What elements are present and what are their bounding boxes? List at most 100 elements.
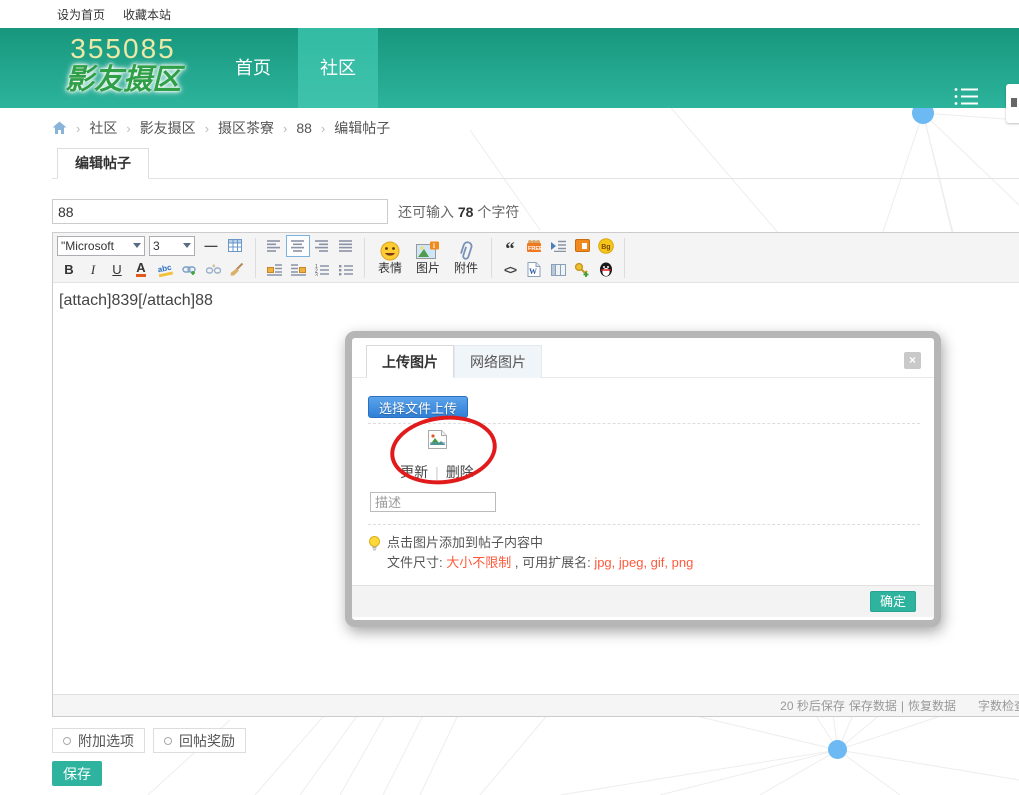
attachment-label: 附件 xyxy=(454,262,478,275)
breadcrumb-item-community[interactable]: 社区 xyxy=(89,118,117,138)
table-layout-button[interactable] xyxy=(546,259,570,281)
dialog-footer: 确定 xyxy=(352,585,934,617)
svg-text:Bg: Bg xyxy=(601,244,610,251)
unlink-button[interactable] xyxy=(201,259,225,281)
indent-increase-button[interactable] xyxy=(286,259,310,281)
align-left-button[interactable] xyxy=(262,235,286,257)
code-button[interactable]: <> xyxy=(498,259,522,281)
menu-icon[interactable] xyxy=(954,87,982,106)
image-description-input[interactable] xyxy=(370,492,496,512)
dropdown-arrow-icon xyxy=(183,243,191,248)
toggle-dot-icon xyxy=(63,737,71,745)
align-right-icon xyxy=(315,240,329,252)
align-justify-icon xyxy=(339,240,353,252)
size-limit-value: 大小不限制 xyxy=(446,555,511,570)
breadcrumb-item-thread[interactable]: 88 xyxy=(296,120,312,136)
word-check-link[interactable]: 字数检查 xyxy=(978,697,1019,714)
qq-penguin-icon xyxy=(599,262,613,277)
breadcrumb-separator: › xyxy=(205,121,209,136)
breadcrumb-item-forum[interactable]: 影友摄区 xyxy=(140,118,196,138)
italic-icon: I xyxy=(91,262,95,278)
extra-options-label: 附加选项 xyxy=(78,731,134,751)
hide-content-button[interactable] xyxy=(570,235,594,257)
image-button[interactable]: i 图片 xyxy=(409,236,447,280)
unlink-icon xyxy=(206,264,221,276)
confirm-button[interactable]: 确定 xyxy=(870,591,916,612)
statusbar-separator: | xyxy=(901,699,904,713)
word-paste-button[interactable]: W xyxy=(522,259,546,281)
bg-circle-icon: Bg xyxy=(598,238,614,254)
set-homepage-link[interactable]: 设为首页 xyxy=(57,6,105,23)
password-button[interactable] xyxy=(570,259,594,281)
indent-decrease-icon xyxy=(267,264,282,276)
broom-icon xyxy=(230,263,244,276)
chars-remaining-count: 78 xyxy=(458,204,474,220)
font-color-button[interactable]: A xyxy=(129,259,153,281)
bg-color-button[interactable]: Bg xyxy=(594,235,618,257)
close-icon: × xyxy=(909,353,916,367)
indent-decrease-button[interactable] xyxy=(262,259,286,281)
save-post-button[interactable]: 保存 xyxy=(52,761,102,786)
logo-number: 355085 xyxy=(58,34,188,64)
free-tag-button[interactable]: FREE xyxy=(522,235,546,257)
tip-line-1: 点击图片添加到帖子内容中 xyxy=(387,533,693,553)
breadcrumb-separator: › xyxy=(76,121,80,136)
horizontal-rule-button[interactable]: — xyxy=(199,235,223,257)
float-indent-icon xyxy=(551,240,566,252)
qq-video-button[interactable] xyxy=(594,259,618,281)
font-size-value: 3 xyxy=(153,239,160,253)
tab-edit-post[interactable]: 编辑帖子 xyxy=(57,148,149,179)
title-row: 还可输入 78 个字符 xyxy=(52,199,519,224)
lightbulb-icon xyxy=(368,536,381,553)
reply-reward-toggle[interactable]: 回帖奖励 xyxy=(153,728,246,753)
tip-line-2: 文件尺寸: 大小不限制 , 可用扩展名: jpg, jpeg, gif, png xyxy=(387,553,693,573)
decor-blue-dot xyxy=(828,740,847,759)
ordered-list-button[interactable]: 123 xyxy=(310,259,334,281)
bookmark-site-link[interactable]: 收藏本站 xyxy=(123,6,171,23)
font-color-icon: A xyxy=(136,262,145,277)
free-stamp-icon: FREE xyxy=(526,238,542,253)
insert-table-button[interactable] xyxy=(223,235,247,257)
unordered-list-button[interactable] xyxy=(334,259,358,281)
site-header: 355085 影友摄区 首页 社区 xyxy=(0,28,1019,108)
nav-item-community[interactable]: 社区 xyxy=(298,28,378,108)
bold-button[interactable]: B xyxy=(57,259,81,281)
svg-text:W: W xyxy=(529,267,537,276)
attachment-button[interactable]: 附件 xyxy=(447,236,485,280)
float-button[interactable] xyxy=(546,235,570,257)
quote-button[interactable]: “ xyxy=(498,235,522,257)
extra-options-toggle[interactable]: 附加选项 xyxy=(52,728,145,753)
site-logo[interactable]: 355085 影友摄区 xyxy=(58,34,188,96)
link-icon xyxy=(182,264,197,276)
tab-network-image[interactable]: 网络图片 xyxy=(454,345,542,378)
dialog-close-button[interactable]: × xyxy=(904,352,921,369)
tab-upload-image[interactable]: 上传图片 xyxy=(366,345,454,378)
home-icon[interactable] xyxy=(52,121,67,135)
post-title-input[interactable] xyxy=(52,199,388,224)
underline-button[interactable]: U xyxy=(105,259,129,281)
smiley-icon xyxy=(380,241,400,261)
dashed-divider xyxy=(368,524,920,525)
italic-button[interactable]: I xyxy=(81,259,105,281)
restore-data-link[interactable]: 恢复数据 xyxy=(908,697,956,714)
breadcrumb-item-board[interactable]: 摄区茶寮 xyxy=(218,118,274,138)
toggle-dot-icon xyxy=(164,737,172,745)
emoticon-button[interactable]: 表情 xyxy=(371,236,409,280)
align-center-button[interactable] xyxy=(286,235,310,257)
search-box-partial[interactable] xyxy=(1006,84,1019,123)
ordered-list-icon: 123 xyxy=(315,264,329,276)
align-right-button[interactable] xyxy=(310,235,334,257)
highlight-button[interactable]: abc xyxy=(153,259,177,281)
breadcrumb-separator: › xyxy=(283,121,287,136)
save-data-link[interactable]: 保存数据 xyxy=(849,697,897,714)
nav-item-home[interactable]: 首页 xyxy=(213,28,293,108)
key-icon xyxy=(574,262,590,277)
underline-icon: U xyxy=(112,262,121,277)
highlight-pen-icon: abc xyxy=(157,262,173,277)
clear-format-button[interactable] xyxy=(225,259,249,281)
font-family-select[interactable]: "Microsoft xyxy=(57,236,145,256)
columns-icon xyxy=(551,264,566,276)
insert-link-button[interactable] xyxy=(177,259,201,281)
align-justify-button[interactable] xyxy=(334,235,358,257)
font-size-select[interactable]: 3 xyxy=(149,236,195,256)
